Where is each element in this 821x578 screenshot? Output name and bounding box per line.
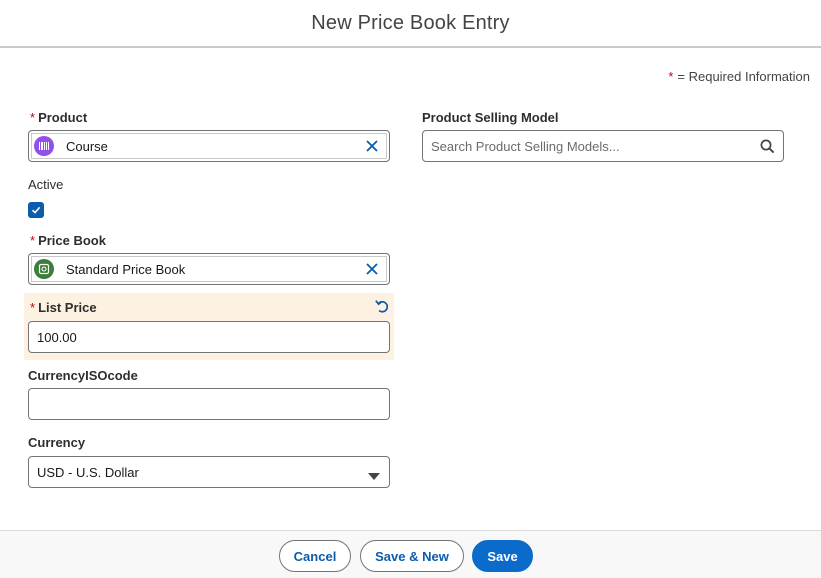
product-icon — [34, 136, 54, 156]
currency-label: Currency — [28, 435, 86, 450]
product-lookup[interactable]: Course — [28, 130, 390, 162]
required-star: * — [30, 110, 36, 125]
list-price-label: * List Price — [30, 300, 97, 315]
checkmark-icon — [31, 206, 41, 214]
cancel-button[interactable]: Cancel — [279, 540, 351, 572]
product-selling-model-label: Product Selling Model — [422, 110, 559, 125]
product-label-text: Product — [38, 110, 88, 125]
chevron-down-icon — [368, 469, 380, 484]
price-book-lookup[interactable]: Standard Price Book — [28, 253, 390, 285]
product-value: Course — [66, 138, 108, 154]
currency-iso-label: CurrencyISOcode — [28, 368, 138, 383]
required-star: * — [30, 300, 36, 315]
active-label: Active — [28, 177, 64, 192]
pricebook-icon — [34, 259, 54, 279]
modal-title: New Price Book Entry — [311, 11, 510, 34]
required-information-note: * = Required Information — [668, 69, 810, 84]
currency-iso-input[interactable] — [28, 388, 390, 420]
product-label: * Product — [30, 110, 87, 125]
currency-value: USD - U.S. Dollar — [37, 464, 139, 480]
price-book-label-text: Price Book — [38, 233, 106, 248]
price-book-value: Standard Price Book — [66, 261, 186, 277]
currency-select[interactable]: USD - U.S. Dollar — [28, 456, 390, 488]
undo-icon[interactable] — [374, 298, 390, 314]
product-selling-model-search-input[interactable]: Search Product Selling Models... — [422, 130, 784, 162]
modal-header: New Price Book Entry — [0, 0, 821, 48]
active-checkbox[interactable] — [28, 202, 44, 218]
clear-product-icon[interactable] — [361, 135, 383, 157]
required-information-text: = Required Information — [677, 69, 810, 84]
save-button[interactable]: Save — [472, 540, 533, 572]
required-star: * — [668, 69, 674, 84]
save-and-new-button[interactable]: Save & New — [360, 540, 464, 572]
list-price-label-text: List Price — [38, 300, 97, 315]
list-price-input[interactable]: 100.00 — [28, 321, 390, 353]
price-book-label: * Price Book — [30, 233, 106, 248]
search-icon — [760, 139, 775, 157]
product-selling-model-placeholder: Search Product Selling Models... — [431, 138, 620, 154]
clear-price-book-icon[interactable] — [361, 258, 383, 280]
required-star: * — [30, 233, 36, 248]
